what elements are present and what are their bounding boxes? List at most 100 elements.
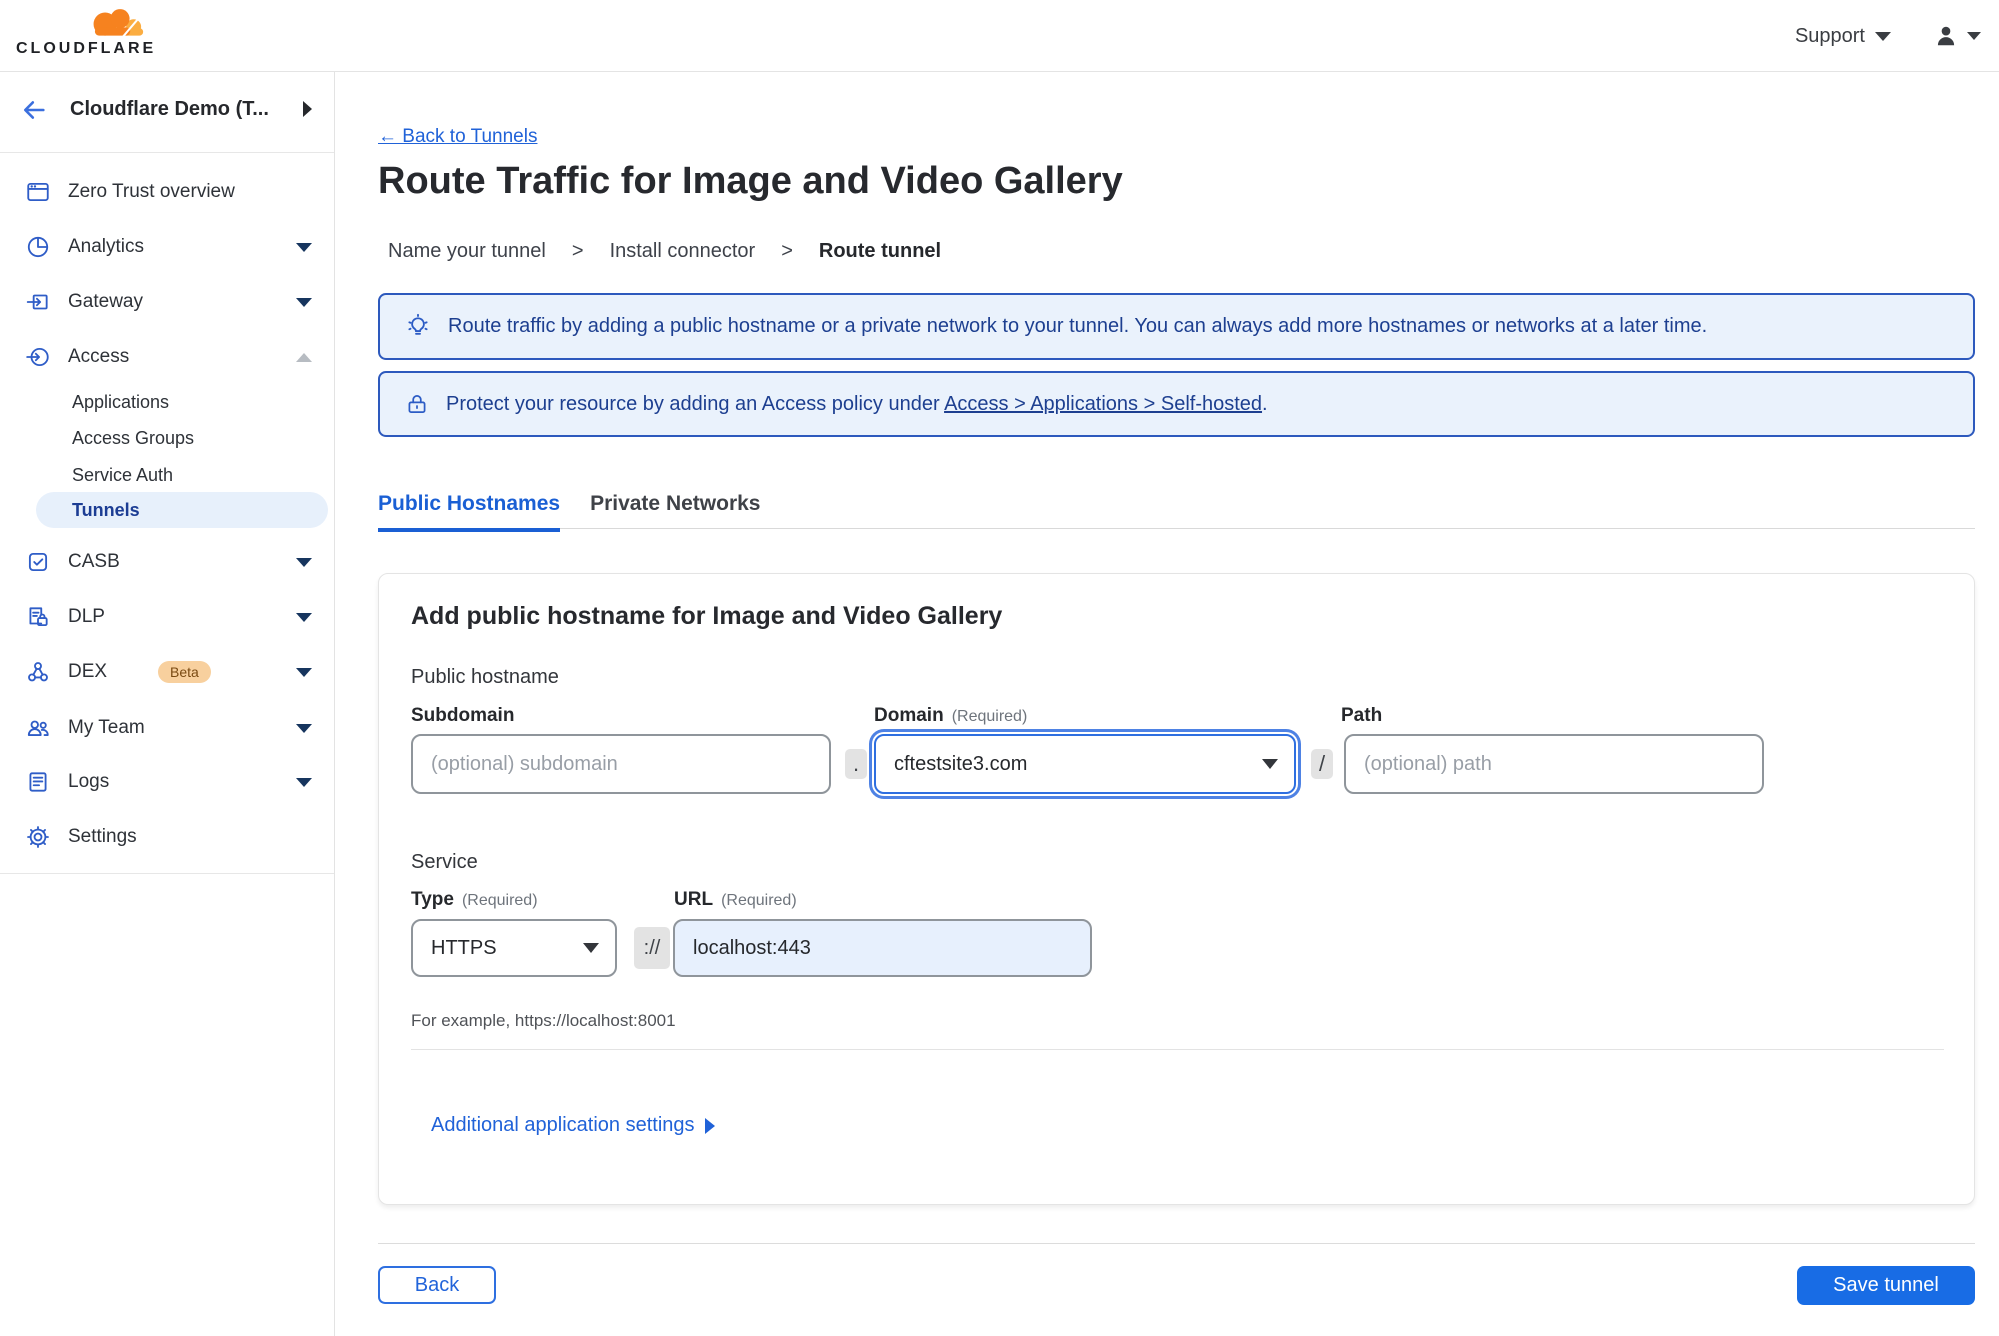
service-type-select[interactable]: HTTPS — [411, 919, 617, 977]
back-arrow-icon[interactable] — [20, 96, 48, 124]
sidebar-item-dlp[interactable]: DLP — [0, 597, 334, 637]
save-tunnel-button[interactable]: Save tunnel — [1797, 1266, 1975, 1305]
tab-private-networks[interactable]: Private Networks — [590, 492, 760, 532]
divider — [378, 1243, 1975, 1244]
sidebar-account-header: Cloudflare Demo (T... — [0, 72, 334, 153]
back-to-tunnels-link[interactable]: ← Back to Tunnels — [378, 126, 537, 148]
chevron-right-icon[interactable] — [303, 101, 312, 117]
sidebar-item-tunnels-active[interactable]: Tunnels — [36, 492, 328, 528]
divider — [0, 152, 334, 153]
banner-text-prefix: Protect your resource by adding an Acces… — [446, 392, 945, 415]
breadcrumb-separator: > — [781, 240, 793, 262]
chevron-down-icon — [1875, 31, 1891, 41]
chevron-down-icon — [1262, 759, 1278, 769]
slash-separator: / — [1311, 749, 1333, 779]
team-icon — [24, 715, 51, 742]
top-bar: CLOUDFLARE Support — [0, 0, 1999, 72]
lock-icon — [408, 395, 426, 413]
user-icon — [1937, 26, 1955, 46]
subdomain-input[interactable] — [411, 734, 831, 794]
sidebar-item-my-team[interactable]: My Team — [0, 708, 334, 748]
casb-icon — [24, 549, 51, 576]
domain-select[interactable]: cftestsite3.com — [874, 734, 1296, 794]
route-traffic-info-banner: Route traffic by adding a public hostnam… — [378, 293, 1975, 360]
window-icon — [24, 179, 51, 206]
sidebar-item-applications[interactable]: Applications — [0, 384, 334, 420]
pie-chart-icon — [24, 234, 51, 261]
public-hostname-group-label: Public hostname — [411, 666, 559, 688]
chevron-up-icon — [296, 352, 312, 362]
domain-label: Domain (Required) — [874, 705, 1028, 726]
divider — [411, 1049, 1944, 1050]
banner-text: Protect your resource by adding an Acces… — [446, 393, 1268, 416]
sidebar-item-analytics[interactable]: Analytics — [0, 227, 334, 267]
sidebar-item-casb[interactable]: CASB — [0, 542, 334, 582]
path-input[interactable] — [1344, 734, 1764, 794]
access-policy-banner: Protect your resource by adding an Acces… — [378, 371, 1975, 437]
add-hostname-card: Add public hostname for Image and Video … — [378, 573, 1975, 1205]
breadcrumb-step-name-tunnel[interactable]: Name your tunnel — [388, 240, 546, 263]
sidebar-item-access-groups[interactable]: Access Groups — [0, 420, 334, 456]
access-applications-link[interactable]: Access > Applications > Self-hosted — [944, 393, 1262, 415]
support-menu[interactable]: Support — [1795, 25, 1891, 48]
tab-public-hostnames[interactable]: Public Hostnames — [378, 492, 561, 532]
scheme-separator: :// — [634, 927, 670, 969]
sidebar-item-service-auth[interactable]: Service Auth — [0, 457, 334, 493]
tab-bar: Public Hostnames Private Networks — [378, 492, 760, 532]
service-group-label: Service — [411, 851, 478, 873]
account-menu[interactable] — [1933, 23, 1981, 49]
chevron-down-icon — [1967, 32, 1981, 40]
url-example-hint: For example, https://localhost:8001 — [411, 1011, 676, 1030]
sidebar-item-settings[interactable]: Settings — [0, 817, 334, 857]
sidebar-item-logs[interactable]: Logs — [0, 762, 334, 802]
main-content: ← Back to Tunnels Route Traffic for Imag… — [335, 72, 1999, 1336]
breadcrumb-step-install-connector[interactable]: Install connector — [610, 240, 756, 263]
sidebar: Cloudflare Demo (T... Zero Trust overvie… — [0, 72, 335, 1336]
chevron-down-icon — [583, 943, 599, 953]
cloudflare-logo: CLOUDFLARE — [16, 5, 166, 58]
additional-settings-label: Additional application settings — [431, 1114, 695, 1136]
page-title: Route Traffic for Image and Video Galler… — [378, 160, 1123, 202]
service-type-value: HTTPS — [431, 936, 497, 959]
required-hint: (Required) — [721, 892, 797, 909]
chevron-right-icon — [704, 1117, 715, 1134]
back-button[interactable]: Back — [378, 1266, 496, 1304]
document-lock-icon — [24, 604, 51, 631]
chevron-down-icon — [296, 297, 312, 307]
account-name: Cloudflare Demo (T... — [70, 98, 269, 120]
network-nodes-icon — [24, 659, 51, 686]
chevron-down-icon — [296, 242, 312, 252]
url-label: URL (Required) — [674, 889, 797, 910]
chevron-down-icon — [296, 777, 312, 787]
sidebar-item-gateway[interactable]: Gateway — [0, 282, 334, 322]
breadcrumb-separator: > — [571, 240, 584, 262]
logs-icon — [24, 769, 51, 796]
sidebar-item-zero-trust-overview[interactable]: Zero Trust overview — [0, 172, 334, 212]
breadcrumb: Name your tunnel > Install connector > R… — [388, 240, 941, 263]
gateway-icon — [24, 289, 51, 316]
required-hint: (Required) — [461, 892, 538, 909]
banner-text-suffix: . — [1262, 392, 1268, 415]
access-icon — [24, 344, 51, 371]
dot-separator: . — [845, 749, 867, 779]
chevron-down-icon — [296, 557, 312, 567]
sidebar-item-access[interactable]: Access — [0, 337, 334, 377]
lightbulb-icon — [408, 313, 428, 335]
chevron-down-icon — [296, 612, 312, 622]
service-url-input[interactable] — [673, 919, 1092, 977]
domain-value: cftestsite3.com — [894, 752, 1028, 775]
sidebar-item-dex[interactable]: DEX Beta — [0, 652, 334, 692]
path-label: Path — [1341, 705, 1383, 726]
card-title: Add public hostname for Image and Video … — [411, 602, 1003, 630]
additional-settings-toggle[interactable]: Additional application settings — [431, 1114, 715, 1137]
support-label: Support — [1794, 24, 1865, 47]
chevron-down-icon — [296, 667, 312, 677]
gear-icon — [24, 824, 51, 851]
brand-name: CLOUDFLARE — [16, 40, 157, 57]
divider — [0, 873, 334, 874]
subdomain-label: Subdomain — [411, 705, 515, 726]
beta-badge: Beta — [158, 661, 211, 683]
breadcrumb-step-route-tunnel: Route tunnel — [818, 240, 942, 262]
chevron-down-icon — [296, 723, 312, 733]
type-label: Type (Required) — [411, 889, 538, 910]
